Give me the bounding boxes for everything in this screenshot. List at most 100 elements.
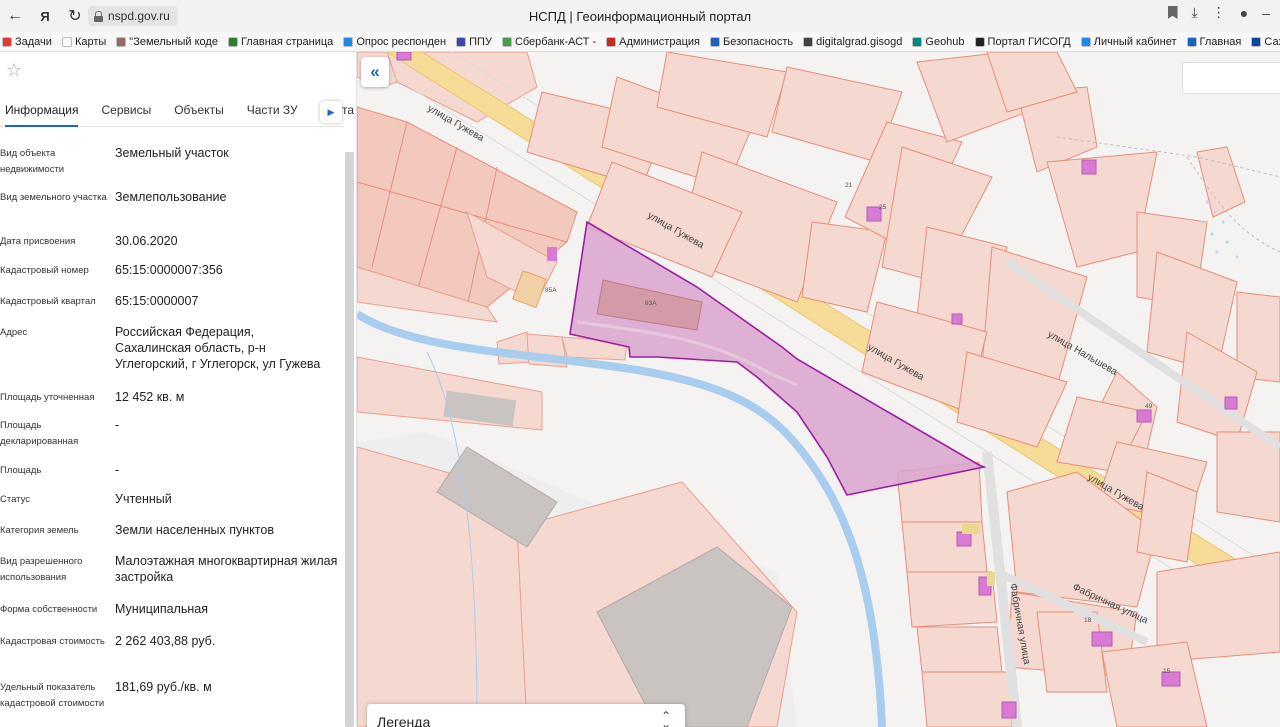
- attr-value: Земельный участок: [115, 146, 229, 160]
- menu-dots-icon[interactable]: ⋮: [1212, 4, 1226, 21]
- bookmark-item[interactable]: Сахалин - ИАС Па: [1251, 36, 1280, 48]
- reload-icon[interactable]: ↻: [60, 1, 90, 31]
- bookmark-label: Личный кабинет: [1093, 35, 1177, 48]
- bookmark-favicon-icon: [1251, 36, 1262, 47]
- bookmark-item[interactable]: Безопасность: [709, 35, 794, 48]
- house-number: 83А: [645, 300, 657, 307]
- bookmark-item[interactable]: Главная: [1186, 36, 1241, 48]
- collapse-panel-icon[interactable]: «: [361, 57, 389, 87]
- minimize-icon[interactable]: –: [1262, 5, 1270, 21]
- bookmark-label: Карты: [74, 35, 107, 48]
- address-bar[interactable]: nspd.gov.ru: [88, 6, 178, 26]
- attr-value: 2 262 403,88 руб.: [115, 634, 216, 648]
- attr-value: Российская Федерация, Сахалинская област…: [115, 325, 321, 371]
- favorite-star-icon[interactable]: ☆: [6, 60, 22, 81]
- bookmark-label: Главная страница: [240, 35, 334, 48]
- panel-scrollbar[interactable]: [345, 152, 354, 727]
- bookmark-label: digitalgrad.gisogd: [816, 35, 903, 48]
- bookmarks-bar: Задачи Карты "Земельный коде Главная страни…: [0, 32, 1280, 52]
- attr-key: Площадь: [0, 465, 42, 476]
- attr-key: Вид разрешенного использования: [0, 556, 83, 583]
- bookmark-label: Задачи: [15, 35, 52, 48]
- attr-key: Площадь уточненная: [0, 392, 95, 403]
- bookmark-item[interactable]: Сбербанк-АСТ -: [501, 35, 597, 48]
- attr-value: 65:15:0000007:356: [115, 263, 223, 277]
- bookmark-favicon-icon: [1080, 36, 1091, 47]
- bookmark-item[interactable]: ППУ: [456, 36, 492, 48]
- attr-key: Кадастровый номер: [0, 265, 89, 276]
- attr-value: Муниципальная: [115, 602, 208, 616]
- attr-value: Земли населенных пунктов: [115, 523, 274, 537]
- attr-key: Категория земель: [0, 525, 79, 536]
- legend-label: Легенда: [377, 714, 431, 727]
- bookmark-label: ППУ: [469, 35, 492, 48]
- bookmark-label: Сбербанк-АСТ -: [514, 35, 597, 48]
- attr-value: Малоэтажная многоквартирная жилая застро…: [115, 554, 338, 584]
- attr-key: Вид объекта недвижимости: [0, 148, 65, 175]
- bookmark-label: Безопасность: [722, 35, 794, 48]
- tab-parts[interactable]: Части ЗУ: [247, 97, 298, 127]
- tab-info[interactable]: Информация: [5, 97, 79, 127]
- bookmark-favicon-icon: [912, 36, 923, 47]
- bookmark-label: Опрос респонден: [356, 35, 447, 48]
- download-icon[interactable]: ⤓: [1192, 4, 1198, 21]
- attr-key: Форма собственности: [0, 604, 98, 615]
- extension-icon[interactable]: ●: [1240, 5, 1248, 21]
- bookmark-favicon-icon: [709, 36, 720, 47]
- bookmark-icon[interactable]: [1167, 6, 1178, 19]
- bookmark-favicon-icon: [1186, 36, 1197, 47]
- bookmark-item[interactable]: Карты: [61, 35, 107, 48]
- attr-value: 181,69 руб./кв. м: [115, 680, 212, 694]
- bookmark-item[interactable]: Geohub: [912, 35, 965, 48]
- bookmark-favicon-icon: [803, 36, 814, 47]
- house-number: 15: [1163, 668, 1171, 675]
- bookmark-item[interactable]: Личный кабинет: [1080, 35, 1177, 48]
- bookmark-label: "Земельный коде: [129, 35, 218, 48]
- legend-panel[interactable]: Легенда ⌃ ⌄: [367, 704, 685, 727]
- url-text: nspd.gov.ru: [108, 9, 170, 23]
- bookmark-item[interactable]: digitalgrad.gisogd: [803, 36, 902, 48]
- bookmark-item[interactable]: Опрос респонден: [343, 36, 446, 48]
- bookmark-favicon-icon: [456, 36, 467, 47]
- map-view[interactable]: улица Гужева улица Гужева улица Гужева у…: [357, 52, 1280, 727]
- bookmark-favicon-icon: [606, 36, 617, 47]
- attr-value: Учтенный: [115, 492, 172, 506]
- bookmark-label: Сахалин - ИАС Па: [1264, 35, 1280, 48]
- map-search-box[interactable]: [1182, 62, 1280, 94]
- attr-value: -: [115, 418, 120, 432]
- info-panel: ☆ Информация Сервисы Объекты Части ЗУ Со…: [0, 52, 357, 727]
- bookmark-favicon-icon: [227, 36, 238, 47]
- map-canvas[interactable]: улица Гужева улица Гужева улица Гужева у…: [357, 52, 1280, 727]
- bookmark-favicon-icon: [501, 36, 512, 47]
- attr-key: Площадь декларированная: [0, 420, 79, 447]
- attr-value: Землепользование: [115, 190, 227, 204]
- yandex-icon[interactable]: Я: [30, 1, 60, 31]
- lock-icon: [94, 10, 103, 22]
- attr-key: Дата присвоения: [0, 236, 76, 247]
- bookmark-label: Geohub: [925, 35, 965, 48]
- bookmark-item[interactable]: Портал ГИСОГД: [974, 36, 1071, 48]
- house-number: 18: [1084, 617, 1092, 624]
- back-arrow-icon[interactable]: ←: [0, 1, 30, 31]
- house-number: 21: [845, 182, 853, 189]
- attr-key: Адрес: [0, 327, 28, 338]
- house-number: 85А: [545, 287, 557, 294]
- attr-value: 30.06.2020: [115, 234, 178, 248]
- attr-value: 12 452 кв. м: [115, 390, 185, 404]
- attr-key: Статус: [0, 494, 31, 505]
- bookmark-item[interactable]: Главная страница: [227, 35, 334, 48]
- bookmark-favicon-icon: [116, 36, 127, 47]
- page-title: НСПД | Геоинформационный портал: [528, 9, 752, 24]
- tab-objects[interactable]: Объекты: [174, 97, 224, 127]
- bookmark-label: Администрация: [619, 35, 700, 48]
- expand-chevron-icon[interactable]: ⌃ ⌄: [661, 710, 671, 727]
- bookmark-favicon-icon: [974, 36, 985, 47]
- bookmark-item[interactable]: "Земельный коде: [116, 36, 218, 48]
- tab-services[interactable]: Сервисы: [101, 97, 151, 127]
- tabs-next-icon[interactable]: ▶: [320, 101, 342, 123]
- bookmark-favicon-icon: [343, 36, 354, 47]
- bookmark-item[interactable]: Администрация: [606, 36, 700, 48]
- bookmark-favicon-icon: [2, 36, 12, 47]
- bookmark-item[interactable]: Задачи: [2, 36, 52, 48]
- attr-key: Кадастровый квартал: [0, 296, 96, 307]
